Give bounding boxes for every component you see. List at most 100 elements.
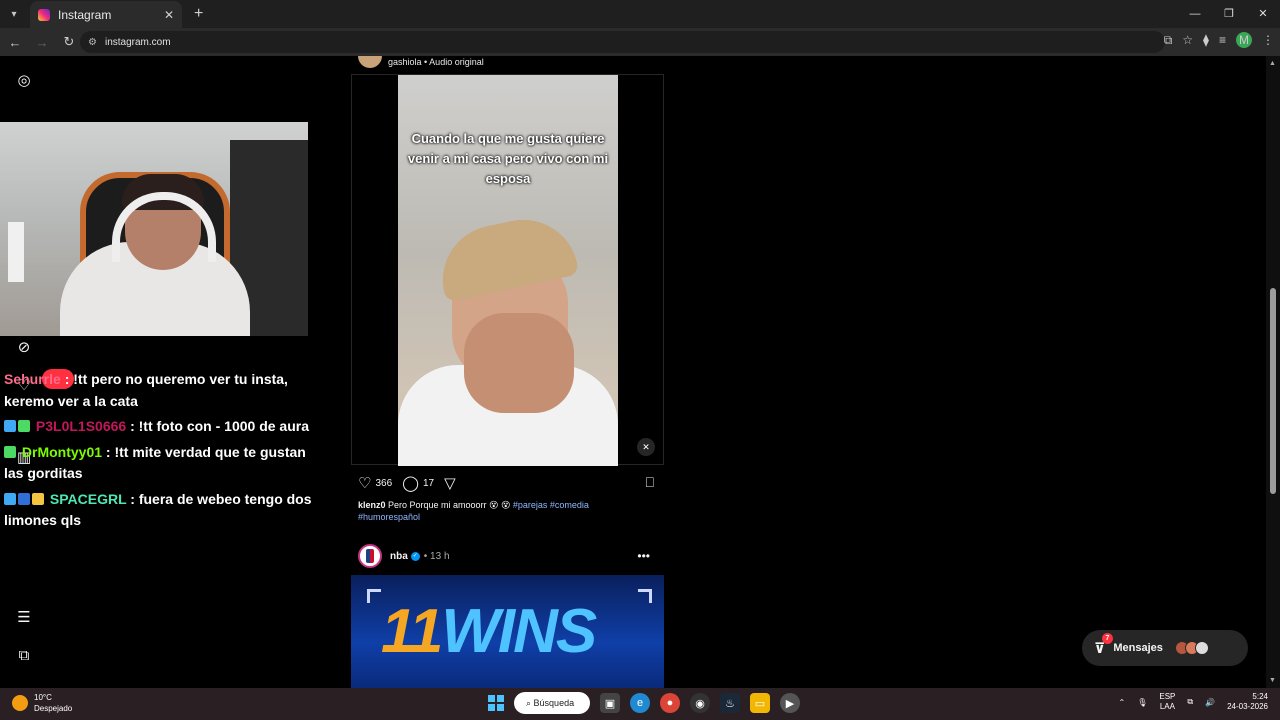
task-view-icon[interactable]: ▣ (600, 693, 620, 713)
clock-time: 5:24 (1252, 692, 1268, 701)
share-send-icon[interactable]: ▽ (444, 474, 456, 492)
chat-username: P3L0L1S0666 (35, 418, 127, 434)
forward-button[interactable]: → (30, 35, 54, 50)
close-tab-icon[interactable]: ✕ (164, 8, 174, 22)
chat-message: SPACEGRL : fuera de webeo tengo dos limo… (4, 489, 314, 532)
volume-icon[interactable]: 🔊 (1205, 698, 1215, 707)
window-controls: — ❐ ✕ (1178, 0, 1280, 28)
weather-condition: Despejado (34, 704, 73, 713)
microphone-icon[interactable]: 🎙 (1137, 698, 1147, 707)
chat-username: Sehurrle (4, 371, 61, 387)
post-author-meta[interactable]: gashiola • Audio original (388, 57, 484, 67)
video-frame: Cuando la que me gusta quiere venir a mi… (398, 75, 618, 466)
install-app-icon[interactable]: ⧉ (1164, 33, 1173, 48)
chat-username: SPACEGRL (49, 490, 127, 507)
messages-button[interactable]: ⊽ 7 Mensajes (1082, 630, 1248, 666)
comment-icon[interactable]: ◯ (402, 474, 419, 492)
post-time: • 13 h (423, 550, 450, 562)
steam-icon[interactable]: ♨ (720, 693, 740, 713)
chat-message: Sehurrle : !tt pero no queremo ver tu in… (4, 369, 314, 412)
cam-background-window (8, 222, 24, 282)
mute-icon[interactable]: ✕ (637, 438, 655, 456)
media-player-icon[interactable]: ▶ (780, 693, 800, 713)
page-scrollbar[interactable]: ▲ ▼ (1266, 56, 1280, 688)
tab-title: Instagram (58, 8, 112, 22)
tab-search-dropdown[interactable]: ▾ (0, 0, 28, 28)
more-menu-icon[interactable]: ☰ (15, 609, 33, 627)
post-author[interactable]: nba (390, 551, 408, 562)
weather-sun-icon (12, 695, 28, 711)
chat-message: DrMontyy01 : !tt mite verdad que te gust… (4, 442, 314, 485)
clock-date: 24-03-2026 (1227, 702, 1268, 711)
comment-count[interactable]: 17 (423, 478, 434, 489)
media-controls-icon[interactable]: ≡ (1219, 33, 1226, 47)
more-options-icon[interactable]: ••• (637, 549, 650, 563)
nba-logo-icon (366, 549, 374, 563)
image-word: WINS (441, 597, 597, 666)
instagram-logo-icon[interactable]: ◎ (15, 72, 33, 90)
address-bar[interactable]: ⚙ instagram.com (80, 31, 1165, 53)
taskbar-search[interactable]: ⌕ Búsqueda (514, 692, 590, 714)
messenger-icon: ⊽ 7 (1094, 632, 1113, 657)
caption-text: Pero Porque mi amooorr 😵 😵 (385, 500, 513, 510)
also-from-meta-icon[interactable]: ⧉ (15, 647, 33, 665)
chat-badge-icon (32, 492, 44, 505)
language-code: ESP (1159, 692, 1176, 701)
messages-unread-badge: 7 (1102, 632, 1113, 644)
post-actions: ♡ 366 ◯ 17 ▽ ⎕ (358, 474, 658, 492)
webcam-overlay (0, 122, 308, 336)
back-button[interactable]: ← (3, 35, 27, 50)
image-number: 11 (381, 597, 443, 666)
chat-badge-icon (4, 445, 16, 458)
network-icon[interactable]: ⧉ (1187, 697, 1193, 707)
image-corner-decoration (638, 589, 652, 603)
post-image[interactable]: 11WINS (351, 575, 664, 688)
scrollbar-thumb[interactable] (1270, 288, 1276, 494)
image-corner-decoration (367, 589, 381, 603)
avatar (1194, 641, 1209, 655)
instagram-page: ◎ ⊘ ♡ ▥ ☰ ⧉ Sehurrle : !tt pero no quere… (0, 56, 1280, 688)
windows-start-icon[interactable] (488, 695, 504, 711)
chat-message: P3L0L1S0666 : !tt foto con - 1000 de aur… (4, 416, 314, 438)
maximize-button[interactable]: ❐ (1212, 0, 1246, 28)
author-avatar[interactable] (358, 56, 382, 68)
explore-icon[interactable]: ⊘ (15, 339, 33, 357)
site-info-icon[interactable]: ⚙ (88, 37, 97, 48)
minimize-button[interactable]: — (1178, 0, 1212, 28)
new-tab-button[interactable]: + (194, 5, 203, 23)
tray-overflow-icon[interactable]: ⌃ (1119, 698, 1126, 707)
scroll-down-icon[interactable]: ▼ (1269, 677, 1276, 684)
instagram-favicon-icon (38, 9, 50, 21)
close-window-button[interactable]: ✕ (1246, 0, 1280, 28)
messages-avatars (1174, 641, 1209, 655)
like-count[interactable]: 366 (375, 478, 392, 489)
browser-menu-icon[interactable]: ⋮ (1262, 33, 1274, 47)
profile-avatar[interactable]: M (1236, 32, 1252, 48)
file-explorer-icon[interactable]: ▭ (750, 693, 770, 713)
extensions-icon[interactable]: ⧫ (1203, 33, 1209, 47)
post-header: gashiola • Audio original (358, 56, 484, 68)
scroll-up-icon[interactable]: ▲ (1269, 60, 1276, 67)
obs-icon[interactable]: ◉ (690, 693, 710, 713)
caption-username[interactable]: klenz0 (358, 500, 386, 510)
post-caption: klenz0 Pero Porque mi amooorr 😵 😵 #parej… (358, 499, 648, 523)
browser-toolbar: ← → ↻ ⚙ instagram.com ⧉ ☆ ⧫ ≡ M ⋮ (0, 28, 1280, 56)
save-bookmark-icon[interactable]: ⎕ (646, 474, 654, 491)
reload-button[interactable]: ↻ (57, 34, 81, 50)
like-heart-icon[interactable]: ♡ (358, 474, 371, 492)
weather-widget[interactable]: 10°C Despejado (12, 692, 72, 714)
reel-video[interactable]: Cuando la que me gusta quiere venir a mi… (351, 74, 664, 466)
edge-icon[interactable]: e (630, 693, 650, 713)
taskbar-clock[interactable]: 5:24 24-03-2026 (1227, 692, 1268, 712)
video-person-hand (464, 313, 574, 413)
language-indicator[interactable]: ESP LAA (1159, 692, 1175, 712)
nba-avatar[interactable] (358, 544, 382, 568)
chat-badge-icon (4, 492, 16, 505)
chat-username: DrMontyy01 (21, 443, 103, 460)
search-label: Búsqueda (533, 698, 575, 708)
tab-instagram[interactable]: Instagram ✕ (30, 1, 182, 29)
bookmark-star-icon[interactable]: ☆ (1182, 33, 1193, 47)
url-text: instagram.com (104, 36, 171, 48)
chrome-icon[interactable]: ● (660, 693, 680, 713)
messages-label: Mensajes (1113, 642, 1163, 654)
